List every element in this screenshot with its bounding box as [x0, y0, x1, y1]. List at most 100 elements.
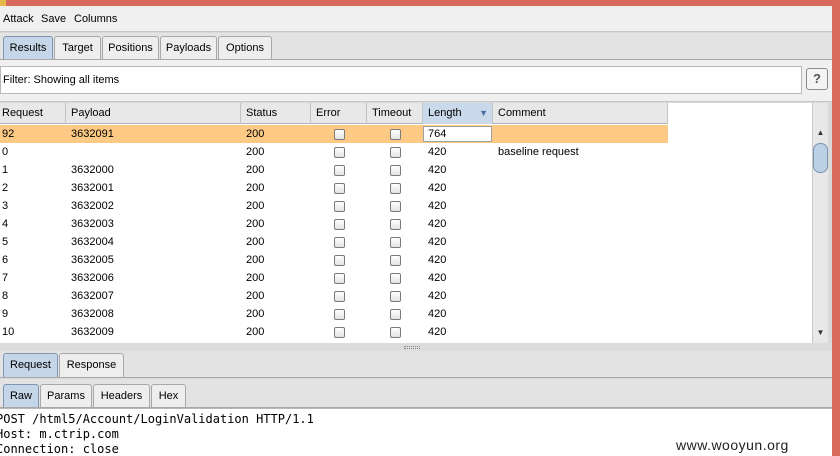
- raw-line: POST /html5/Account/LoginValidation HTTP…: [0, 412, 314, 426]
- table-row[interactable]: 7 3632006 200 420: [0, 269, 668, 287]
- timeout-checkbox[interactable]: [390, 219, 401, 230]
- raw-line: Connection: close: [0, 442, 119, 456]
- timeout-checkbox[interactable]: [390, 183, 401, 194]
- cell-request: 2: [2, 182, 9, 194]
- cell-payload: 3632006: [71, 272, 114, 284]
- timeout-checkbox[interactable]: [390, 273, 401, 284]
- table-row[interactable]: 9 3632008 200 420: [0, 305, 668, 323]
- cell-length: 420: [428, 146, 447, 158]
- error-checkbox[interactable]: [334, 183, 345, 194]
- cell-status: 200: [246, 326, 265, 338]
- cell-request: 5: [2, 236, 9, 248]
- tab-params[interactable]: Params: [40, 384, 92, 408]
- main-tab-strip: Results Target Positions Payloads Option…: [0, 33, 832, 60]
- column-header-payload[interactable]: Payload: [66, 103, 241, 124]
- column-header-comment[interactable]: Comment: [493, 103, 668, 124]
- tab-target[interactable]: Target: [54, 36, 101, 60]
- table-row[interactable]: 4 3632003 200 420: [0, 215, 668, 233]
- timeout-checkbox[interactable]: [390, 165, 401, 176]
- cell-payload: 3632001: [71, 182, 114, 194]
- timeout-checkbox[interactable]: [390, 291, 401, 302]
- timeout-checkbox[interactable]: [390, 201, 401, 212]
- tab-hex[interactable]: Hex: [151, 384, 186, 408]
- menu-attack[interactable]: Attack: [3, 13, 34, 25]
- timeout-checkbox[interactable]: [390, 129, 401, 140]
- error-checkbox[interactable]: [334, 327, 345, 338]
- menu-save[interactable]: Save: [41, 13, 66, 25]
- column-header-error[interactable]: Error: [311, 103, 367, 124]
- cell-status: 200: [246, 236, 265, 248]
- tab-raw[interactable]: Raw: [3, 384, 39, 408]
- cell-length: 420: [428, 254, 447, 266]
- error-checkbox[interactable]: [334, 255, 345, 266]
- error-checkbox[interactable]: [334, 309, 345, 320]
- tab-response[interactable]: Response: [59, 353, 124, 377]
- results-table: Request Payload Status Error Timeout Len…: [0, 103, 812, 343]
- tab-options[interactable]: Options: [218, 36, 272, 60]
- column-header-request[interactable]: Request: [0, 103, 66, 124]
- cell-request: 10: [2, 326, 15, 338]
- cell-status: 200: [246, 200, 265, 212]
- pane-splitter[interactable]: [0, 343, 832, 351]
- error-checkbox[interactable]: [334, 201, 345, 212]
- menu-columns[interactable]: Columns: [74, 13, 117, 25]
- timeout-checkbox[interactable]: [390, 255, 401, 266]
- error-checkbox[interactable]: [334, 291, 345, 302]
- splitter-grip-icon[interactable]: [404, 346, 420, 349]
- tab-request[interactable]: Request: [3, 353, 58, 377]
- help-button[interactable]: ?: [806, 68, 828, 90]
- table-row[interactable]: 92 3632091 200 764: [0, 125, 668, 143]
- sort-descending-icon: ▼: [479, 108, 488, 118]
- column-header-length-label: Length: [428, 107, 462, 119]
- cell-request: 8: [2, 290, 9, 302]
- table-row[interactable]: 2 3632001 200 420: [0, 179, 668, 197]
- table-row[interactable]: 1 3632000 200 420: [0, 161, 668, 179]
- timeout-checkbox[interactable]: [390, 237, 401, 248]
- cell-length: 420: [428, 290, 447, 302]
- cell-payload: 3632007: [71, 290, 114, 302]
- cell-request: 0: [2, 146, 9, 158]
- cell-payload: 3632009: [71, 326, 114, 338]
- cell-length: 420: [428, 182, 447, 194]
- table-row[interactable]: 5 3632004 200 420: [0, 233, 668, 251]
- timeout-checkbox[interactable]: [390, 147, 401, 158]
- watermark: www.wooyun.org: [676, 437, 789, 453]
- cell-length: 420: [428, 218, 447, 230]
- cell-payload: 3632008: [71, 308, 114, 320]
- cell-status: 200: [246, 290, 265, 302]
- table-row[interactable]: 10 3632009 200 420: [0, 323, 668, 341]
- scroll-down-arrow-icon[interactable]: ▼: [813, 325, 828, 341]
- tab-divider: [0, 377, 832, 378]
- table-row[interactable]: 0 200 420 baseline request: [0, 143, 668, 161]
- scroll-thumb[interactable]: [813, 143, 828, 173]
- column-header-length[interactable]: Length ▼: [423, 103, 493, 124]
- table-row[interactable]: 6 3632005 200 420: [0, 251, 668, 269]
- error-checkbox[interactable]: [334, 129, 345, 140]
- tab-payloads[interactable]: Payloads: [160, 36, 217, 60]
- error-checkbox[interactable]: [334, 273, 345, 284]
- column-header-status[interactable]: Status: [241, 103, 311, 124]
- timeout-checkbox[interactable]: [390, 327, 401, 338]
- table-row[interactable]: 3 3632002 200 420: [0, 197, 668, 215]
- table-row[interactable]: 8 3632007 200 420: [0, 287, 668, 305]
- tab-headers[interactable]: Headers: [93, 384, 150, 408]
- cell-request: 9: [2, 308, 9, 320]
- column-header-timeout[interactable]: Timeout: [367, 103, 423, 124]
- scroll-up-arrow-icon[interactable]: ▲: [813, 125, 828, 141]
- error-checkbox[interactable]: [334, 147, 345, 158]
- error-checkbox[interactable]: [334, 219, 345, 230]
- tab-results[interactable]: Results: [3, 36, 53, 60]
- cell-length: 420: [428, 308, 447, 320]
- cell-payload: 3632091: [71, 128, 114, 140]
- filter-bar[interactable]: Filter: Showing all items: [0, 66, 802, 94]
- timeout-checkbox[interactable]: [390, 309, 401, 320]
- error-checkbox[interactable]: [334, 237, 345, 248]
- error-checkbox[interactable]: [334, 165, 345, 176]
- cell-status: 200: [246, 218, 265, 230]
- tab-positions[interactable]: Positions: [102, 36, 159, 60]
- table-scrollbar[interactable]: ▲ ▼: [812, 103, 828, 343]
- cell-length: 420: [428, 164, 447, 176]
- cell-status: 200: [246, 182, 265, 194]
- window-frame-right: [832, 0, 840, 456]
- cell-status: 200: [246, 164, 265, 176]
